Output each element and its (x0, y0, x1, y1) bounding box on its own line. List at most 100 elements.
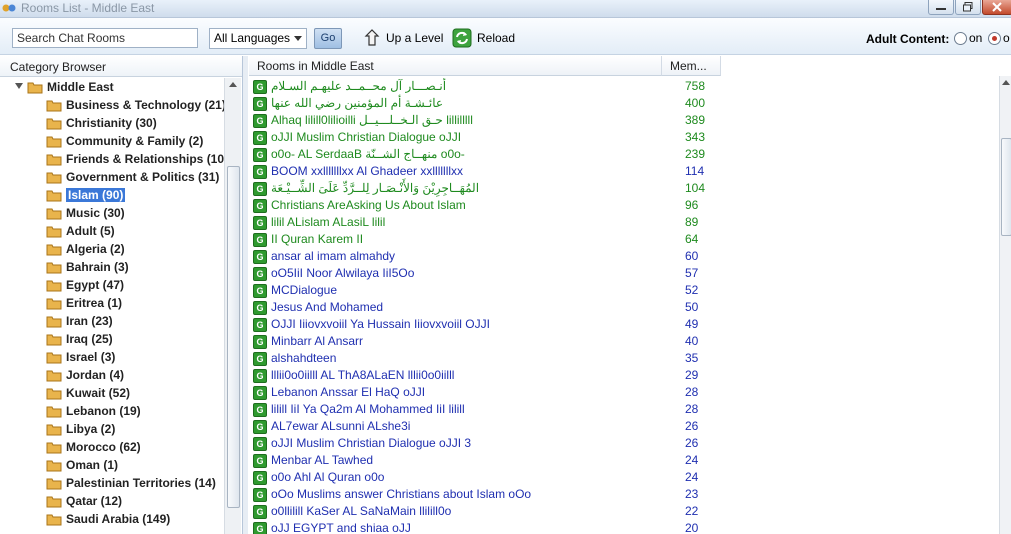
category-item-label: Egypt (47) (66, 278, 125, 292)
room-name: oJJI Muslim Christian Dialogue oJJI (271, 130, 462, 144)
category-item[interactable]: Adult (5) (46, 222, 115, 240)
maximize-button[interactable] (955, 0, 981, 15)
room-member-count: 26 (685, 419, 699, 433)
room-g-icon: G (253, 216, 267, 230)
room-member-count: 50 (685, 300, 699, 314)
room-row[interactable]: Glllii0o0iilll AL ThA8ALaEN lllii0o0iill… (249, 367, 999, 384)
category-item[interactable]: Bahrain (3) (46, 258, 129, 276)
category-item[interactable]: Eritrea (1) (46, 294, 122, 312)
category-item[interactable]: Iraq (25) (46, 330, 113, 348)
room-name: II Quran Karem II (271, 232, 364, 246)
category-item[interactable]: Government & Politics (31) (46, 168, 219, 186)
room-row[interactable]: G OJJI Iiiovxvoiil Ya Hussain Iiiovxvoiil… (249, 316, 999, 333)
category-item[interactable]: Saudi Arabia (149) (46, 510, 170, 528)
room-g-icon: G (253, 97, 267, 111)
room-row[interactable]: G Minbarr Al Ansarr 40 (249, 333, 999, 350)
folder-icon (46, 370, 62, 381)
category-item[interactable]: Oman (1) (46, 456, 118, 474)
room-row[interactable]: Go0o- AL SerdaaB منهــاج الشــنّة o0o- 23… (249, 146, 999, 163)
category-item-label: Government & Politics (31) (66, 170, 220, 184)
room-g-icon: G (253, 301, 267, 315)
room-row[interactable]: Gansar al imam almahdy 60 (249, 248, 999, 265)
category-item[interactable]: Morocco (62) (46, 438, 141, 456)
room-row[interactable]: G AL7ewar ALsunni ALshe3i 26 (249, 418, 999, 435)
room-row[interactable]: Go0llilill KaSer AL SaNaMain llilill0o 22 (249, 503, 999, 520)
category-item[interactable]: Palestinian Territories (14) (46, 474, 216, 492)
room-row[interactable]: Galshahdteen 35 (249, 350, 999, 367)
category-item[interactable]: Qatar (12) (46, 492, 122, 510)
room-row[interactable]: G BOOM xxlllllllxx Al Ghadeer xxlllllllxx… (249, 163, 999, 180)
reload-button[interactable]: Reload (452, 27, 515, 49)
column-header-members[interactable]: Mem... (662, 56, 721, 76)
room-member-count: 64 (685, 232, 699, 246)
room-row[interactable]: G المُهَــاجِرِيْنَ وَالأَنْـصَـار لِلــر… (249, 180, 999, 197)
room-row[interactable]: G عائـشـة أم المؤمنين رضي الله عنها 400 (249, 95, 999, 112)
toolbar: All Languages Go Up a Level Reload Adult… (0, 18, 1011, 55)
room-row[interactable]: G Lebanon Anssar El HaQ oJJI 28 (249, 384, 999, 401)
adult-off-radio[interactable] (988, 32, 1001, 45)
column-header-rooms[interactable]: Rooms in Middle East (249, 56, 662, 76)
category-item[interactable]: Libya (2) (46, 420, 115, 438)
category-item[interactable]: Jordan (4) (46, 366, 124, 384)
panel-splitter[interactable] (243, 56, 248, 534)
language-value: All Languages (214, 31, 291, 45)
scroll-up-icon[interactable] (229, 82, 237, 87)
room-row[interactable]: GoO5IiI Noor Alwilaya IiI5Oo 57 (249, 265, 999, 282)
category-item-label: Algeria (2) (66, 242, 125, 256)
scroll-thumb[interactable] (227, 166, 240, 508)
category-item[interactable]: Friends & Relationships (108 (46, 150, 224, 168)
up-level-button[interactable]: Up a Level (361, 27, 443, 49)
room-row[interactable]: G MCDialogue 52 (249, 282, 999, 299)
language-select[interactable]: All Languages (209, 28, 307, 49)
category-item[interactable]: Music (30) (46, 204, 125, 222)
folder-icon (46, 496, 62, 507)
category-scrollbar[interactable] (224, 78, 241, 534)
room-name: Jesus And Mohamed (271, 300, 384, 314)
category-item[interactable]: Israel (3) (46, 348, 115, 366)
room-g-icon: G (253, 267, 267, 281)
room-row[interactable]: Go0o Ahl Al Quran o0o 24 (249, 469, 999, 486)
category-item[interactable]: Iran (23) (46, 312, 113, 330)
category-item[interactable]: Islam (90) (46, 186, 126, 204)
category-item[interactable]: Community & Family (2) (46, 132, 203, 150)
category-item[interactable]: Business & Technology (21) (46, 96, 224, 114)
room-member-count: 104 (685, 181, 706, 195)
room-g-icon: G (253, 284, 267, 298)
category-item[interactable]: Christianity (30) (46, 114, 157, 132)
room-row[interactable]: GoJJ EGYPT and shiaa oJJ 20 (249, 520, 999, 534)
room-row[interactable]: Glilill IiI Ya Qa2m Al Mohammed IiI lili… (249, 401, 999, 418)
scroll-thumb[interactable] (1001, 138, 1011, 236)
room-row[interactable]: G II Quran Karem II 64 (249, 231, 999, 248)
room-row[interactable]: Glilil ALislam ALasiL lilil 89 (249, 214, 999, 231)
room-row[interactable]: G أنـصـــار آل محــمــد عليهـم السـلام 758 (249, 78, 999, 95)
search-input[interactable] (12, 28, 198, 48)
room-row[interactable]: GoJJI Muslim Christian Dialogue oJJI 3 26 (249, 435, 999, 452)
scroll-up-icon[interactable] (1002, 80, 1010, 85)
go-button[interactable]: Go (314, 28, 342, 49)
tree-root-item[interactable]: Middle East (14, 78, 114, 96)
room-row[interactable]: G Alhaq lilill0lilioilli حـق الـخــلـــيـ… (249, 112, 999, 129)
category-item[interactable]: Kuwait (52) (46, 384, 130, 402)
room-row[interactable]: G Menbar AL Tawhed 24 (249, 452, 999, 469)
close-button[interactable] (982, 0, 1011, 15)
room-row[interactable]: GoOo Muslims answer Christians about Isl… (249, 486, 999, 503)
column-header-rooms-label: Rooms in Middle East (257, 59, 374, 73)
room-member-count: 57 (685, 266, 699, 280)
adult-on-radio[interactable] (954, 32, 967, 45)
room-member-count: 400 (685, 96, 706, 110)
category-item[interactable]: Egypt (47) (46, 276, 124, 294)
room-row[interactable]: G Jesus And Mohamed 50 (249, 299, 999, 316)
room-row[interactable]: G Christians AreAsking Us About Islam 96 (249, 197, 999, 214)
room-g-icon: G (253, 386, 267, 400)
category-item[interactable]: Algeria (2) (46, 240, 125, 258)
room-member-count: 29 (685, 368, 699, 382)
room-member-count: 343 (685, 130, 706, 144)
category-item[interactable]: Lebanon (19) (46, 402, 141, 420)
rooms-scrollbar[interactable] (999, 76, 1011, 534)
reload-label: Reload (477, 31, 516, 45)
adult-on-label: on (969, 31, 983, 45)
room-row[interactable]: GoJJI Muslim Christian Dialogue oJJI 343 (249, 129, 999, 146)
minimize-button[interactable] (928, 0, 954, 15)
category-item-label: Kuwait (52) (66, 386, 131, 400)
expand-icon[interactable] (14, 82, 23, 92)
